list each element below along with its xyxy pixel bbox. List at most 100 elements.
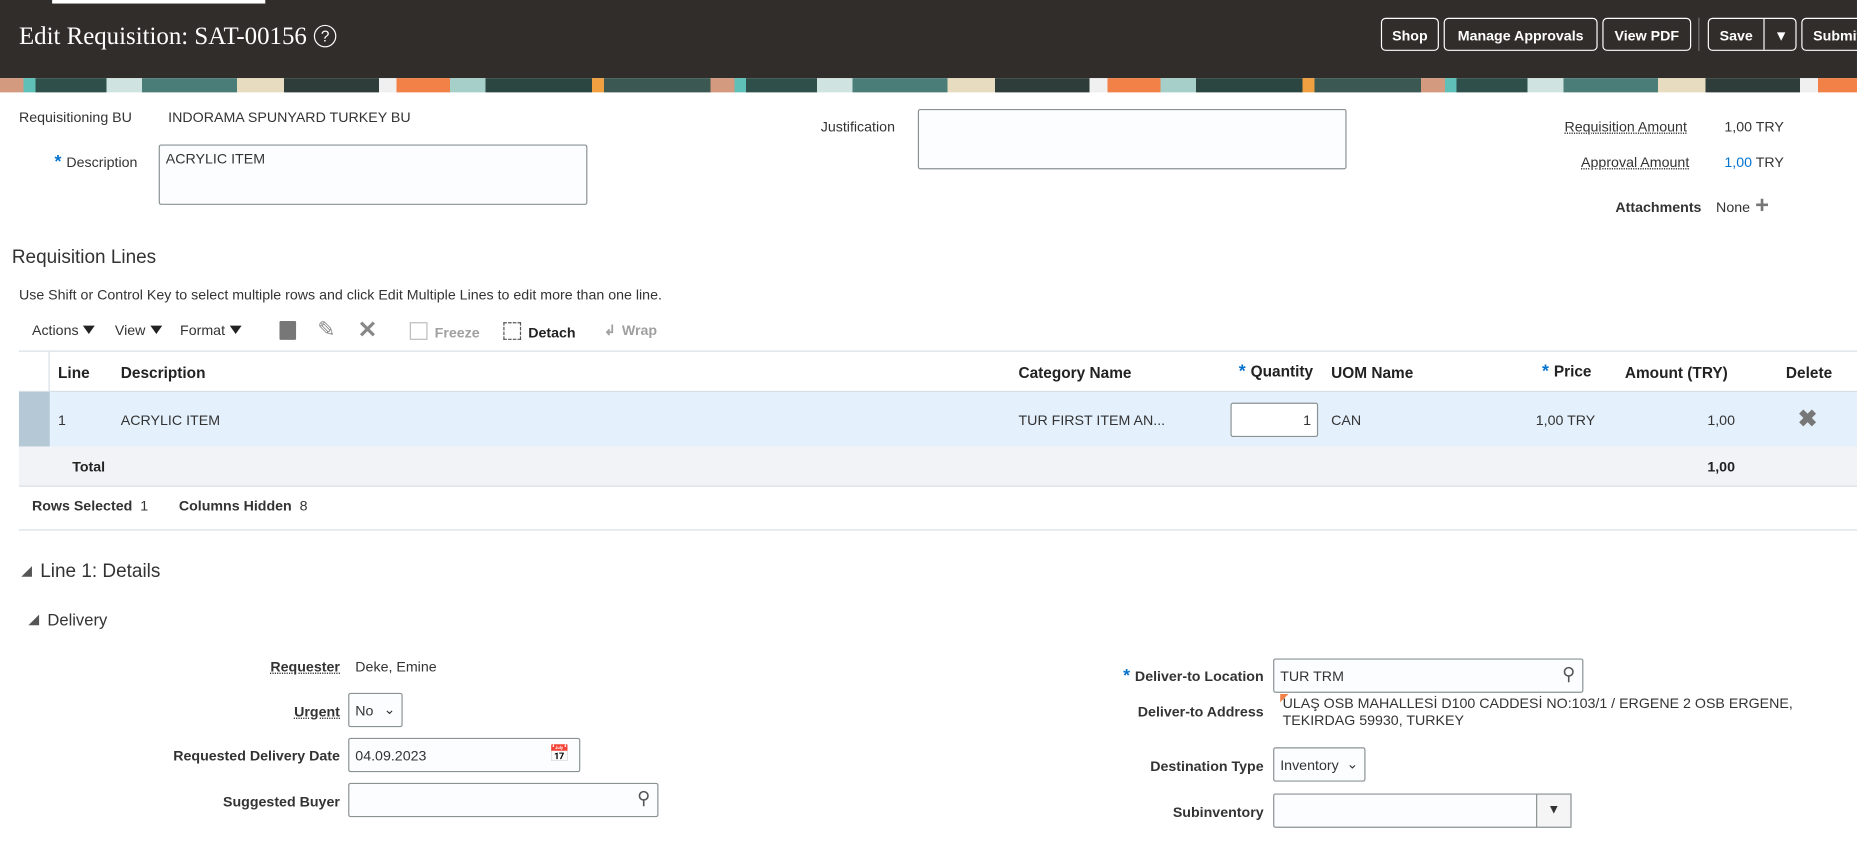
row-amount: 1,00 (1707, 412, 1735, 429)
requisition-amount: 1,00 (1724, 118, 1753, 136)
divider (18, 350, 1857, 352)
view-menu[interactable]: View (114, 322, 163, 339)
approval-currency: TRY (1755, 153, 1784, 171)
delete-x-icon[interactable]: ✕ (358, 315, 378, 345)
col-line[interactable]: Line (58, 364, 90, 382)
destination-type-select[interactable]: Inventory ⌄ (1273, 747, 1366, 782)
quantity-input[interactable]: 1 (1230, 402, 1319, 438)
col-description[interactable]: Description (121, 364, 206, 382)
columns-hidden-value: 8 (299, 497, 308, 514)
help-icon[interactable]: ? (313, 24, 337, 48)
columns-hidden-label: Columns Hidden (178, 497, 292, 514)
row-description: ACRYLIC ITEM (120, 412, 221, 429)
requisition-amount-label[interactable]: Requisition Amount (1564, 118, 1686, 135)
line-details-header[interactable]: Line 1: Details (21, 561, 160, 582)
view-pdf-button[interactable]: View PDF (1602, 17, 1692, 51)
attachments-label: Attachments (1615, 198, 1702, 216)
urgent-value: No (355, 702, 374, 719)
format-menu[interactable]: Format (180, 322, 242, 339)
rows-selected-label: Rows Selected (31, 497, 133, 514)
requested-delivery-date-value: 04.09.2023 (355, 747, 427, 764)
actions-menu[interactable]: Actions (31, 322, 96, 339)
approval-amount-label[interactable]: Approval Amount (1581, 154, 1689, 171)
urgent-label[interactable]: Urgent (223, 703, 340, 720)
page-title-text: Edit Requisition: SAT-00156 (18, 21, 307, 50)
divider (48, 351, 50, 393)
lines-hint: Use Shift or Control Key to select multi… (18, 286, 662, 304)
chevron-down-icon (83, 325, 96, 334)
add-attachment-icon[interactable]: + (1755, 194, 1769, 218)
required-icon: * (1123, 665, 1135, 686)
col-price[interactable]: * Price (1542, 361, 1592, 381)
detach-button[interactable]: Detach (503, 322, 576, 342)
collapse-triangle-icon (28, 614, 40, 626)
required-icon: * (54, 151, 67, 172)
requested-delivery-date-field[interactable]: 04.09.2023 📅 (348, 737, 581, 773)
col-quantity[interactable]: * Quantity (1239, 361, 1313, 381)
col-price-label: Price (1553, 362, 1592, 381)
address-line-2: TEKIRDAG 59930, TURKEY (1282, 711, 1464, 729)
dropdown-chevron-icon[interactable]: ▼ (1536, 793, 1572, 828)
requester-value: Deke, Emine (355, 658, 437, 676)
freeze-icon (409, 322, 428, 340)
table-row[interactable]: 1 ACRYLIC ITEM TUR FIRST ITEM AN... 1 CA… (18, 392, 1857, 447)
subinventory-label: Subinventory (1172, 804, 1264, 821)
format-label: Format (180, 322, 226, 339)
attachments-value: None (1716, 198, 1751, 216)
requisitioning-bu-value: INDORAMA SPUNYARD TURKEY BU (168, 108, 411, 126)
search-icon[interactable]: ⚲ (637, 788, 650, 809)
col-category[interactable]: Category Name (1018, 364, 1131, 382)
approval-amount-link[interactable]: 1,00 (1724, 154, 1752, 171)
col-amount[interactable]: Amount (TRY) (1625, 364, 1728, 382)
delivery-header[interactable]: Delivery (28, 610, 107, 629)
save-menu-chevron-icon[interactable]: ▼ (1763, 18, 1797, 50)
save-label: Save (1719, 27, 1753, 44)
suggested-buyer-label: Suggested Buyer (222, 793, 340, 811)
subinventory-field[interactable]: ▼ (1273, 793, 1572, 828)
requisition-lines-title: Requisition Lines (11, 247, 157, 268)
address-line-1: ULAŞ OSB MAHALLESİ D100 CADDESİ NO:103/1… (1282, 695, 1793, 712)
destination-type-value: Inventory (1280, 756, 1339, 774)
deliver-to-location-label-wrap: * Deliver-to Location (1066, 666, 1264, 686)
requisition-currency: TRY (1755, 118, 1784, 136)
total-row: Total 1,00 (18, 446, 1857, 487)
deliver-to-location-field[interactable]: TUR TRM ⚲ (1273, 658, 1584, 693)
justification-label: Justification (820, 118, 895, 136)
destination-type-label: Destination Type (1150, 757, 1264, 775)
save-button[interactable]: Save ▼ (1707, 17, 1797, 51)
wrap-button[interactable]: ↲ Wrap (604, 322, 657, 339)
total-label: Total (72, 458, 106, 475)
page-title: Edit Requisition: SAT-00156? (19, 21, 337, 51)
document-icon[interactable] (279, 320, 297, 340)
justification-field[interactable] (917, 108, 1347, 170)
col-delete[interactable]: Delete (1786, 364, 1832, 382)
manage-approvals-button[interactable]: Manage Approvals (1443, 17, 1598, 51)
deliver-to-location-value: TUR TRM (1280, 667, 1344, 685)
view-label: View (114, 322, 146, 339)
wrap-label: Wrap (621, 322, 658, 339)
description-field[interactable]: ACRYLIC ITEM (158, 144, 588, 205)
actions-label: Actions (31, 322, 79, 339)
requester-label[interactable]: Requester (223, 658, 340, 675)
freeze-button[interactable]: Freeze (409, 322, 480, 341)
submit-button[interactable]: Submit (1801, 17, 1857, 51)
shop-button[interactable]: Shop (1380, 17, 1439, 51)
divider (1698, 17, 1700, 51)
urgent-select[interactable]: No ⌄ (348, 692, 403, 728)
calendar-icon[interactable]: 📅 (549, 744, 570, 764)
required-icon: * (1541, 361, 1554, 382)
delete-row-icon[interactable]: ✖ (1798, 404, 1818, 434)
divider (18, 529, 1857, 531)
chevron-down-icon (150, 325, 163, 334)
edit-pencil-icon[interactable]: ✎ (317, 317, 335, 342)
chevron-down-icon (229, 325, 242, 334)
chevron-down-icon: ⌄ (1346, 755, 1359, 773)
row-line: 1 (58, 412, 66, 429)
detach-label: Detach (528, 324, 576, 342)
suggested-buyer-field[interactable]: ⚲ (348, 782, 659, 818)
chevron-down-icon: ⌄ (383, 701, 396, 718)
col-uom[interactable]: UOM Name (1331, 364, 1413, 382)
row-selector[interactable] (18, 392, 50, 447)
search-icon[interactable]: ⚲ (1562, 663, 1575, 684)
deliver-to-address-label: Deliver-to Address (1137, 703, 1264, 721)
